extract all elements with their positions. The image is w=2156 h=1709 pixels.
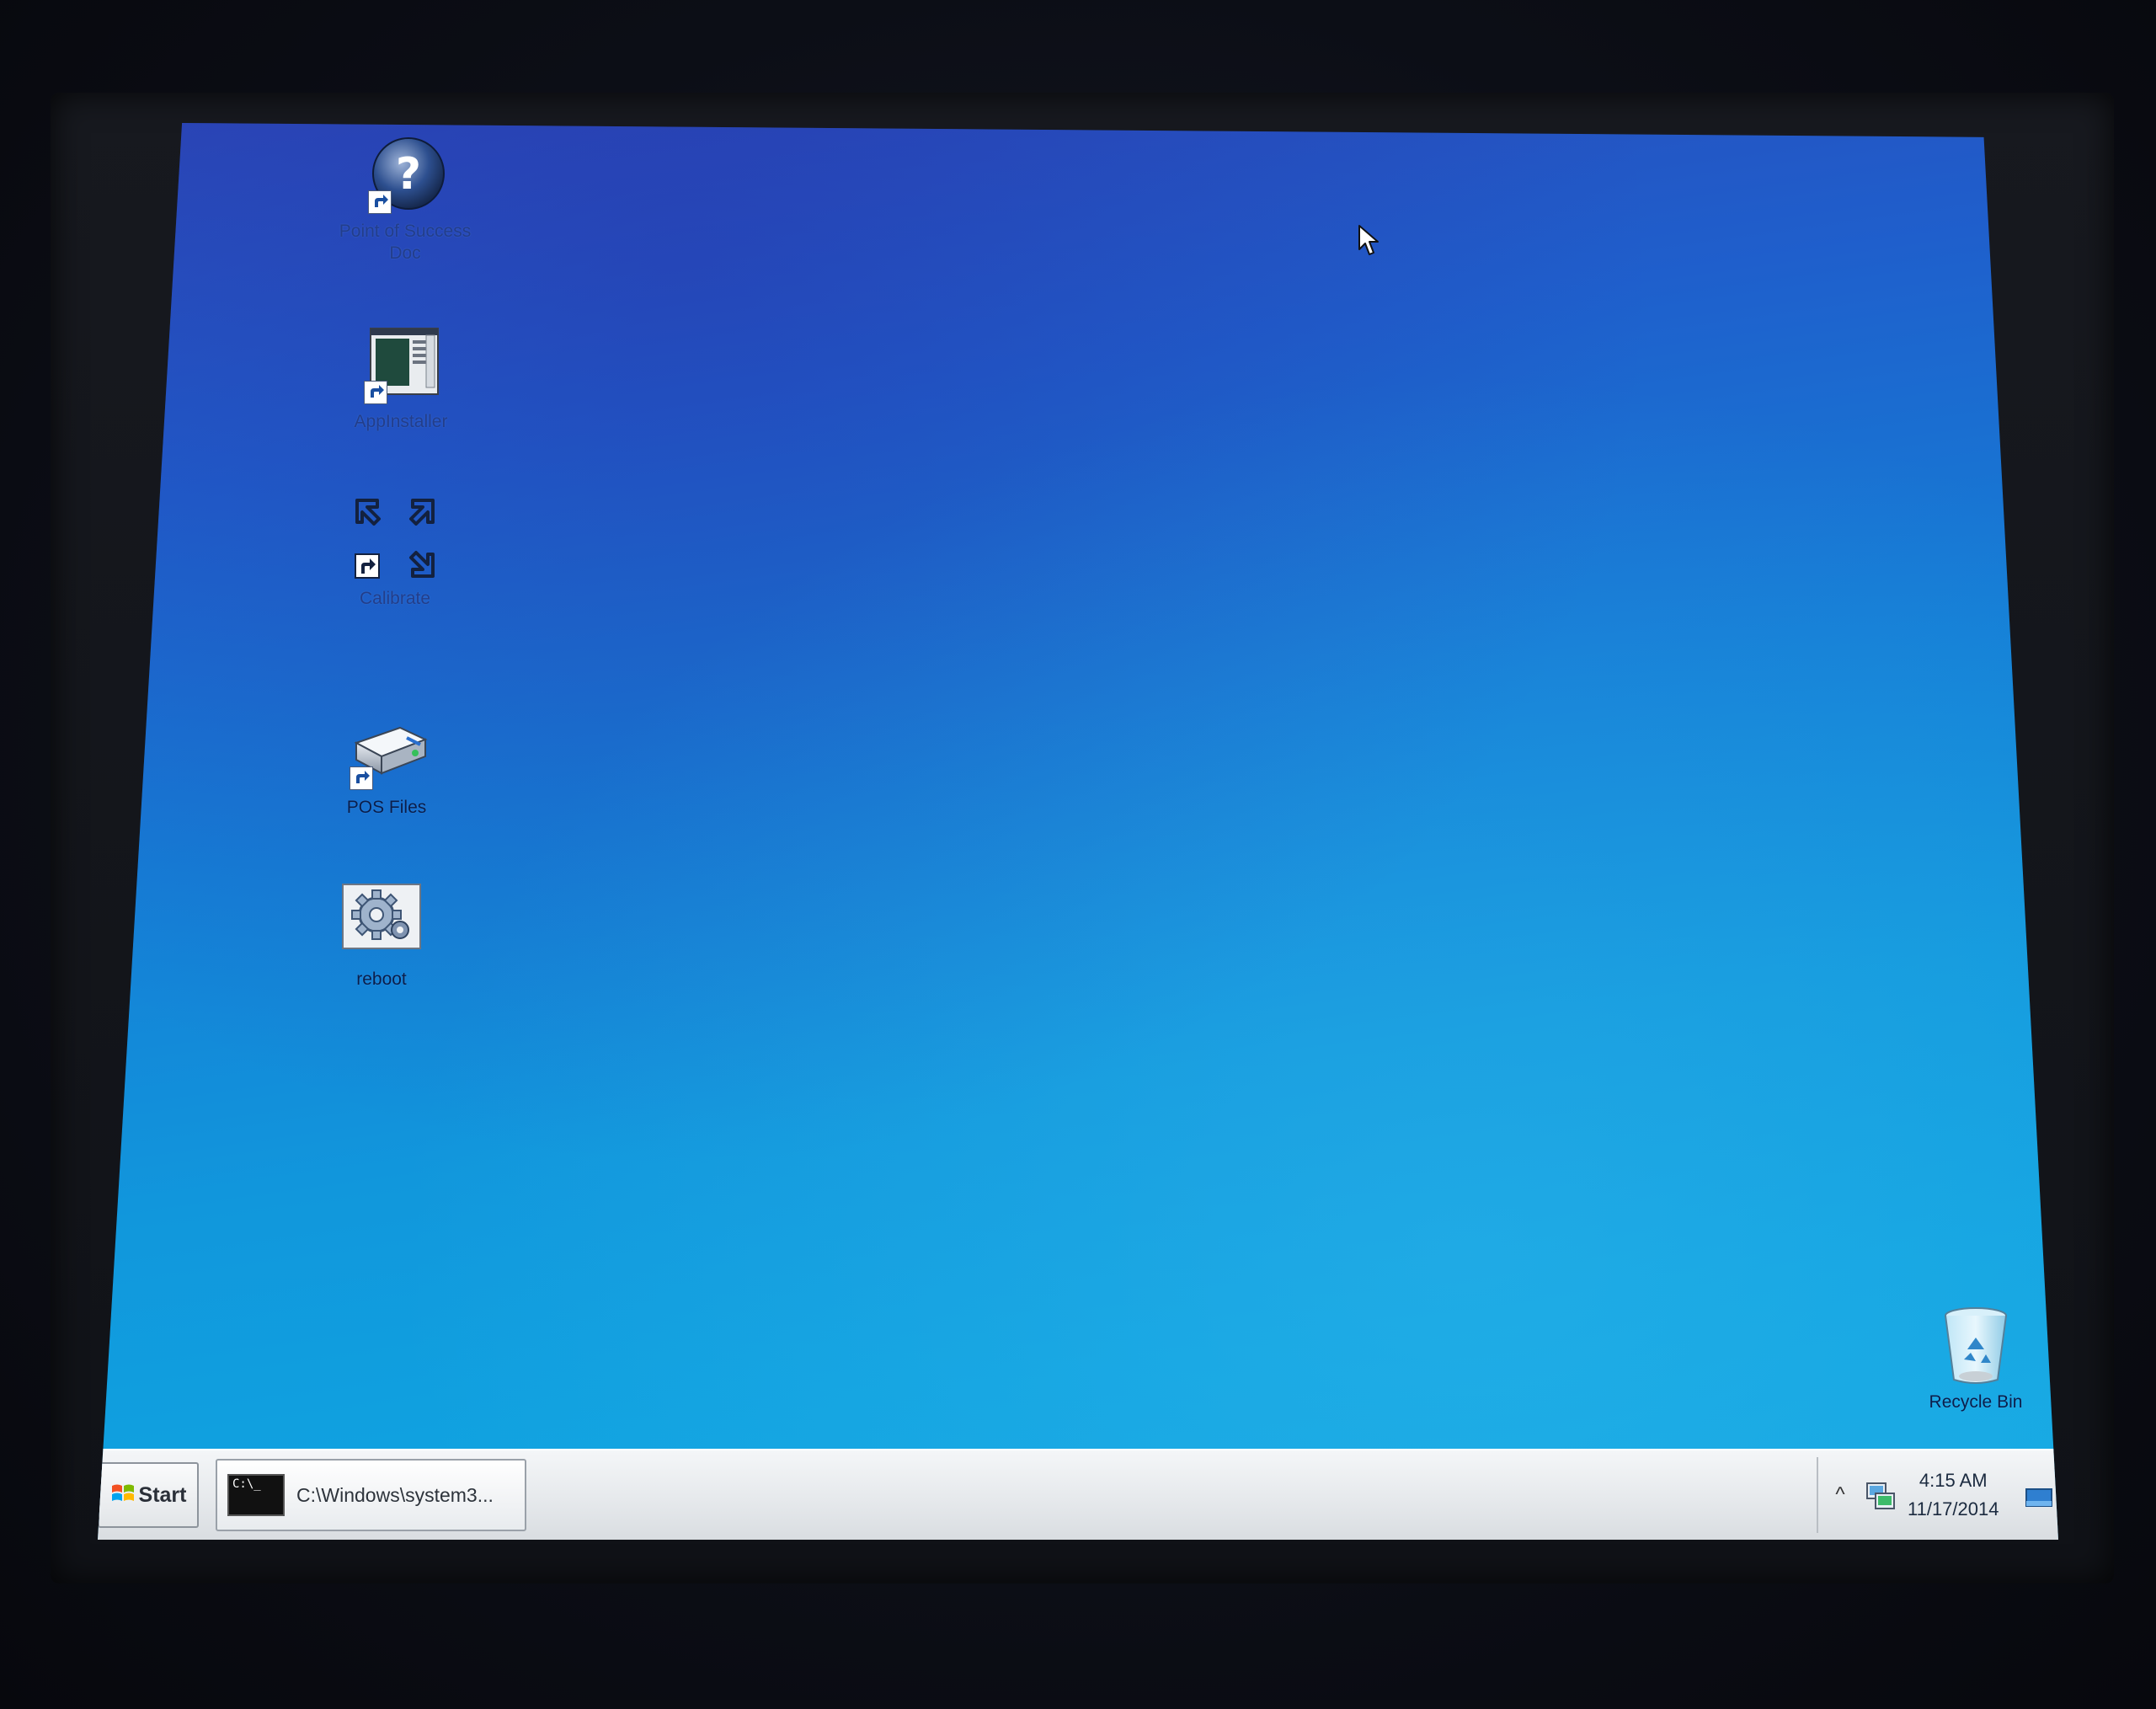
desktop-icon-label: Calibrate (359, 589, 431, 608)
taskbar: Start C:\_ C:\Windows\system3... ^ 4:15 … (98, 1449, 2058, 1540)
drive-icon (344, 709, 429, 793)
desktop-icon-label: Point of Success Doc (339, 222, 472, 263)
desktop-icon-pos-files[interactable]: POS Files (315, 709, 458, 819)
windows-logo-icon (110, 1481, 136, 1510)
taskbar-clock[interactable]: 4:15 AM 11/17/2014 (1908, 1466, 1999, 1524)
desktop-icon-point-of-success-doc[interactable]: ? Point of Success Doc (334, 133, 477, 264)
desktop-icon-reboot[interactable]: reboot (310, 881, 453, 991)
calibrate-arrows-icon (349, 492, 441, 585)
desktop-icon-calibrate[interactable]: Calibrate (323, 492, 467, 610)
shortcut-arrow-icon (364, 381, 387, 404)
clock-time: 4:15 AM (1919, 1470, 1988, 1491)
desktop-screen: ? Point of Success Doc AppInstaller Cali… (98, 123, 2058, 1540)
shortcut-arrow-icon (350, 766, 373, 790)
clock-date: 11/17/2014 (1908, 1498, 1999, 1519)
network-icon[interactable] (1864, 1478, 1897, 1512)
desktop-icon-label: POS Files (346, 798, 427, 817)
recycle-bin-icon (1934, 1304, 2018, 1388)
recycle-bin-label: Recycle Bin (1929, 1392, 2023, 1412)
gear-settings-icon (339, 881, 424, 965)
command-prompt-icon: C:\_ (227, 1474, 285, 1516)
shortcut-arrow-icon (368, 190, 392, 214)
show-hidden-icons-chevron-icon[interactable]: ^ (1830, 1483, 1850, 1507)
start-button[interactable]: Start (98, 1462, 199, 1528)
desktop-icon-label: AppInstaller (354, 412, 448, 431)
start-label: Start (138, 1482, 187, 1507)
command-prompt-icon-text: C:\_ (232, 1477, 261, 1491)
desktop-icon-appinstaller[interactable]: AppInstaller (329, 323, 472, 433)
app-installer-icon (359, 323, 443, 408)
desktop-icon-recycle-bin[interactable]: Recycle Bin (1908, 1304, 2043, 1413)
mouse-pointer-icon (1358, 224, 1381, 258)
taskbar-item-label: C:\Windows\system3... (296, 1483, 494, 1506)
svg-text:?: ? (396, 149, 421, 200)
system-tray: ^ 4:15 AM 11/17/2014 (1817, 1457, 2058, 1533)
help-question-icon: ? (363, 133, 447, 217)
desktop-icon-label: reboot (356, 969, 407, 989)
taskbar-item-command-prompt[interactable]: C:\_ C:\Windows\system3... (216, 1459, 526, 1531)
show-desktop-icon[interactable] (2025, 1487, 2053, 1508)
